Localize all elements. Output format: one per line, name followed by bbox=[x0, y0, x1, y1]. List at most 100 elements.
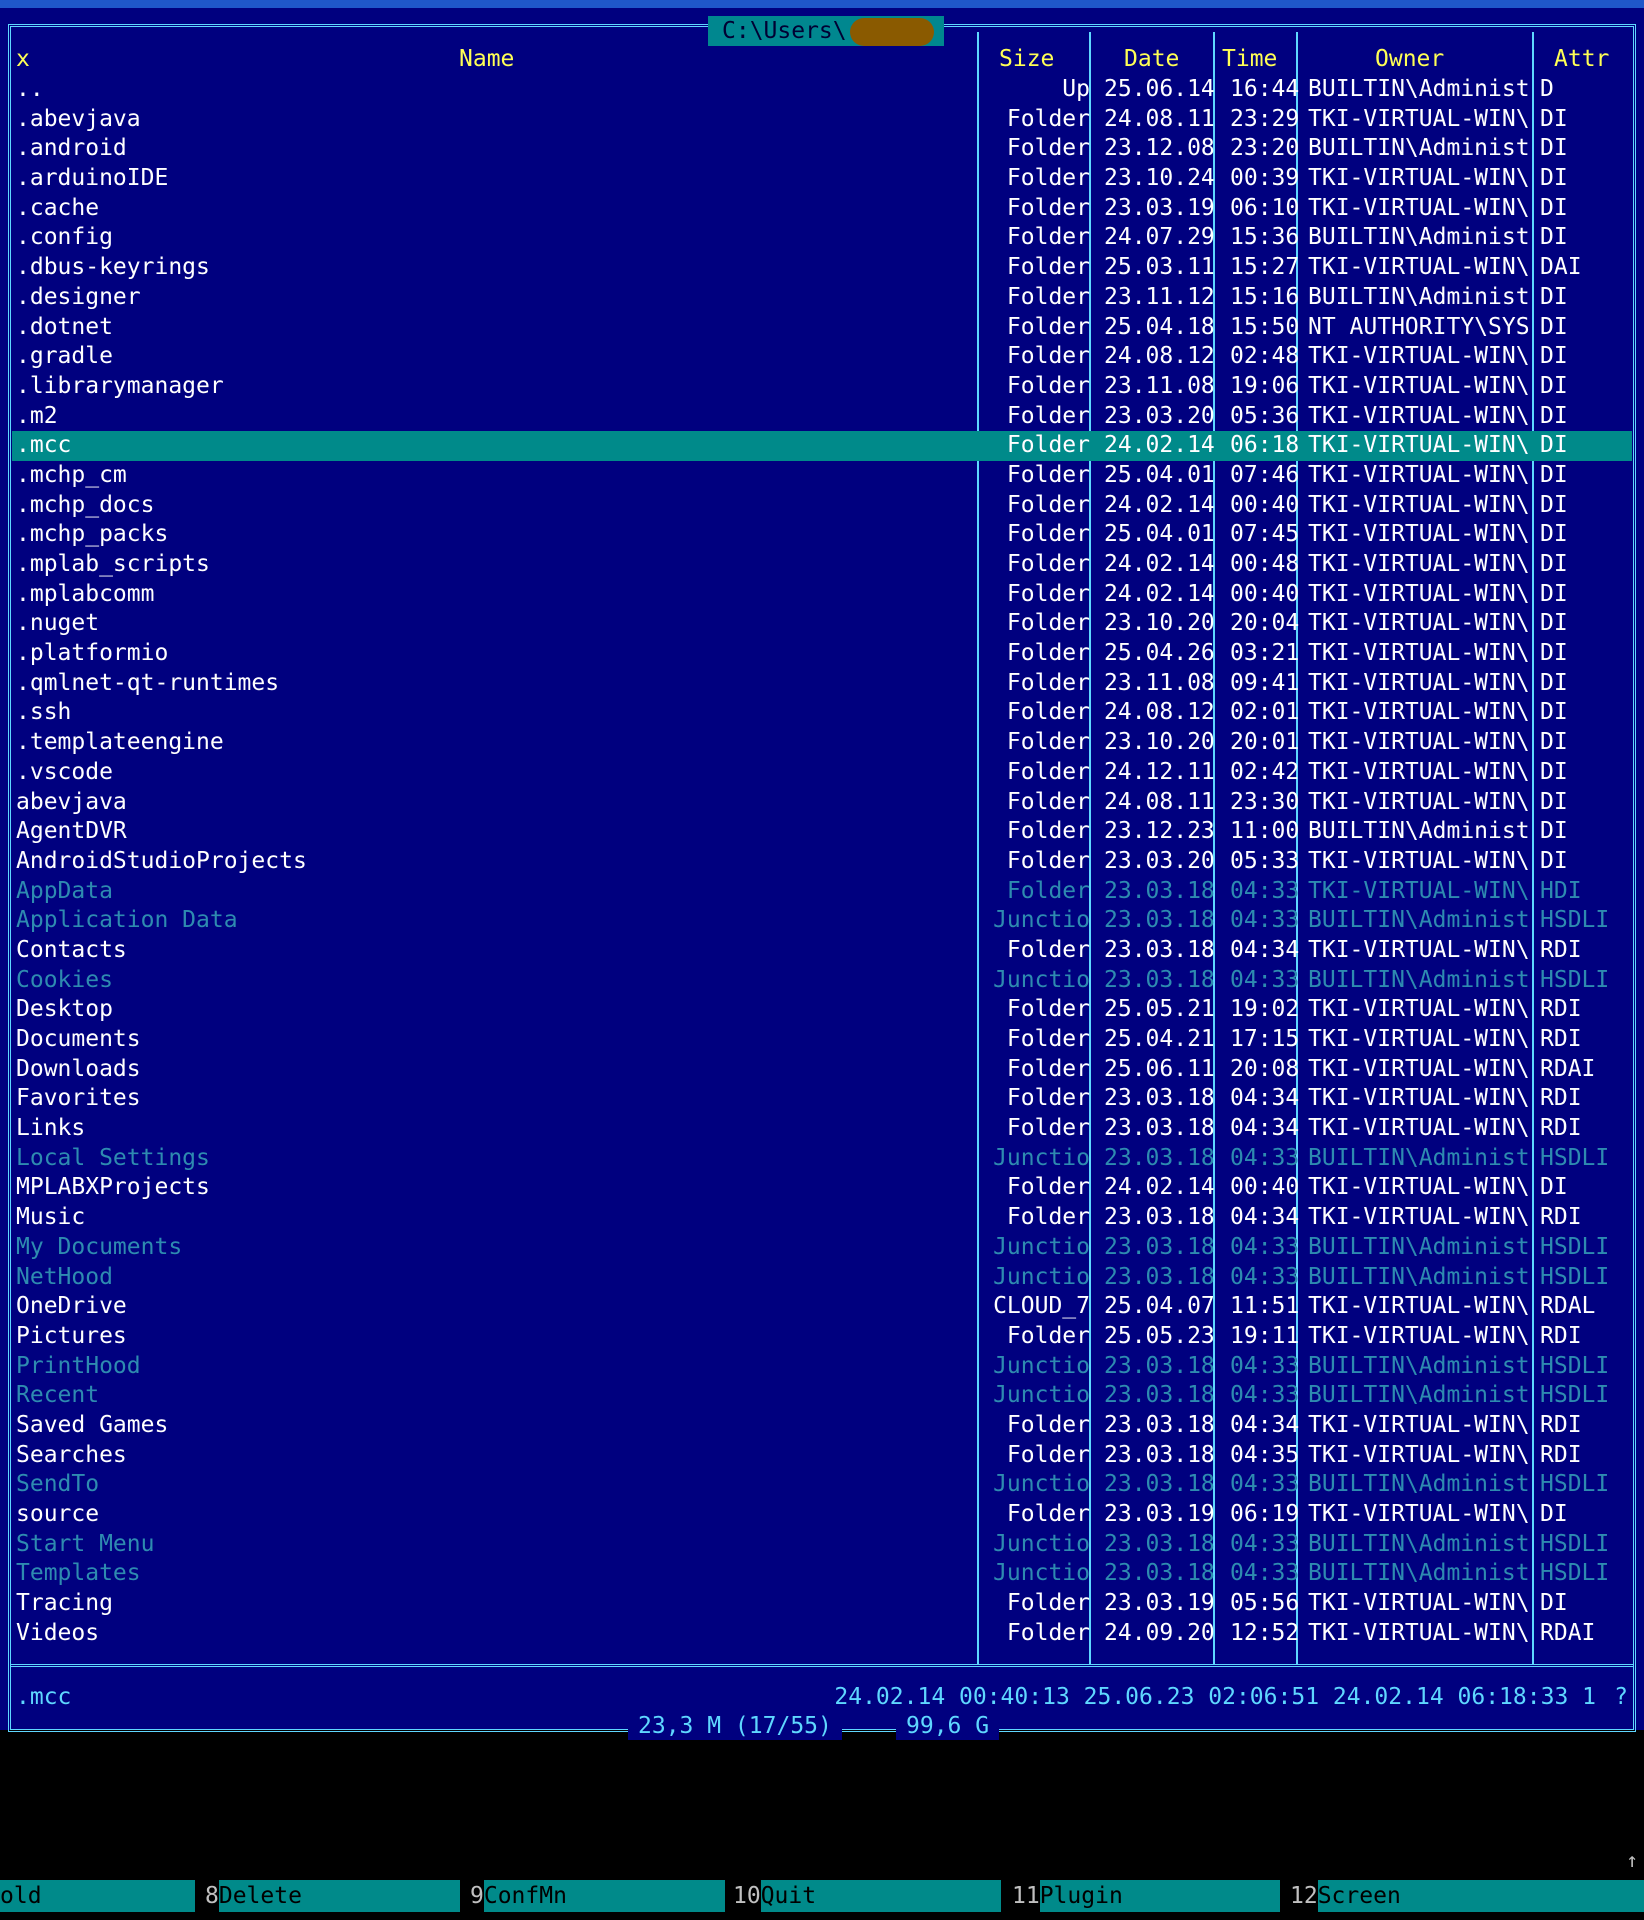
file-date: 23.12.23 bbox=[1104, 818, 1215, 845]
file-row[interactable]: abevjava Folder 24.08.11 23:30 TKI-VIRTUAL-W… bbox=[12, 788, 1632, 818]
status-help-mark[interactable]: ? bbox=[1614, 1682, 1628, 1712]
file-row[interactable]: Templates Junctio 23.03.18 04:33 BUILTIN\Adm… bbox=[12, 1559, 1632, 1589]
file-row[interactable]: Music Folder 23.03.18 04:34 TKI-VIRTUAL-WIN\… bbox=[12, 1203, 1632, 1233]
file-row[interactable]: Start Menu Junctio 23.03.18 04:33 BUILTIN\Ad… bbox=[12, 1530, 1632, 1560]
fkey-old[interactable]: old bbox=[0, 1880, 195, 1912]
column-owner-header[interactable]: Owner bbox=[1375, 44, 1444, 74]
file-row[interactable]: NetHood Junctio 23.03.18 04:33 BUILTIN\Admin… bbox=[12, 1263, 1632, 1293]
file-time: 04:33 bbox=[1230, 1144, 1300, 1171]
file-row-selected[interactable]: .mcc Folder 24.02.14 06:18 TKI-VIRTUAL-WIN\ D… bbox=[12, 431, 1632, 461]
file-row[interactable]: My Documents Junctio 23.03.18 04:33 BUILTIN\… bbox=[12, 1233, 1632, 1263]
file-row[interactable]: Cookies Junctio 23.03.18 04:33 BUILTIN\Admin… bbox=[12, 966, 1632, 996]
file-time: 15:36 bbox=[1230, 224, 1300, 251]
file-row[interactable]: PrintHood Junctio 23.03.18 04:33 BUILTIN\Adm… bbox=[12, 1352, 1632, 1382]
fkey-screen[interactable]: 12Screen bbox=[1290, 1880, 1644, 1912]
file-row[interactable]: Tracing Folder 23.03.19 05:56 TKI-VIRTUAL-WI… bbox=[12, 1589, 1632, 1619]
file-name: .mcc bbox=[16, 432, 72, 459]
file-panel: C:\Users\ x Name Size Date Time Owner At… bbox=[0, 8, 1644, 1740]
file-row[interactable]: .templateengine Folder 23.10.20 20:01 TKI-VI… bbox=[12, 728, 1632, 758]
file-row[interactable]: .m2 Folder 23.03.20 05:36 TKI-VIRTUAL-WIN\ DI bbox=[12, 402, 1632, 432]
file-owner: TKI-VIRTUAL-WIN\ bbox=[1308, 788, 1530, 815]
file-name: Tracing bbox=[16, 1590, 113, 1617]
column-mark-header[interactable]: x bbox=[16, 44, 30, 74]
file-row[interactable]: Desktop Folder 25.05.21 19:02 TKI-VIRTUAL-WI… bbox=[12, 995, 1632, 1025]
file-row[interactable]: Local Settings Junctio 23.03.18 04:33 BUILTI… bbox=[12, 1144, 1632, 1174]
file-size: CLOUD_7 bbox=[993, 1293, 1090, 1320]
file-owner: TKI-VIRTUAL-WIN\ bbox=[1308, 1441, 1530, 1468]
file-row[interactable]: .librarymanager Folder 23.11.08 19:06 TKI-VI… bbox=[12, 372, 1632, 402]
file-row[interactable]: OneDrive CLOUD_7 25.04.07 11:51 TKI-VIRTUAL-… bbox=[12, 1292, 1632, 1322]
file-size: Folder bbox=[1006, 461, 1090, 488]
file-date: 25.04.26 bbox=[1104, 640, 1215, 667]
fkey-delete[interactable]: 8Delete bbox=[205, 1880, 460, 1912]
file-row[interactable]: Searches Folder 23.03.18 04:35 TKI-VIRTUAL-W… bbox=[12, 1441, 1632, 1471]
file-owner: BUILTIN\Administ bbox=[1308, 907, 1530, 934]
column-date-header[interactable]: Date bbox=[1124, 44, 1179, 74]
file-date: 24.02.14 bbox=[1104, 551, 1215, 577]
file-row[interactable]: AndroidStudioProjects Folder 23.03.20 05:33… bbox=[12, 847, 1632, 877]
file-row[interactable]: .dbus-keyrings Folder 25.03.11 15:27 TKI-VIR… bbox=[12, 253, 1632, 283]
file-row[interactable]: Links Folder 23.03.18 04:34 TKI-VIRTUAL-WIN\… bbox=[12, 1114, 1632, 1144]
file-row[interactable]: AgentDVR Folder 23.12.23 11:00 BUILTIN\Admin… bbox=[12, 817, 1632, 847]
file-row[interactable]: Contacts Folder 23.03.18 04:34 TKI-VIRTUAL-W… bbox=[12, 936, 1632, 966]
file-row[interactable]: .designer Folder 23.11.12 15:16 BUILTIN\Admi… bbox=[12, 283, 1632, 313]
file-size: Folder bbox=[1006, 343, 1090, 370]
file-row[interactable]: .mchp_cm Folder 25.04.01 07:46 TKI-VIRTUAL-W… bbox=[12, 461, 1632, 491]
file-row[interactable]: .mchp_docs Folder 24.02.14 00:40 TKI-VIRTUAL… bbox=[12, 491, 1632, 521]
fkey-quit[interactable]: 10Quit bbox=[733, 1880, 1001, 1912]
scroll-up-icon[interactable]: ↑ bbox=[1626, 1848, 1638, 1872]
file-row[interactable]: .mplab_scripts Folder 24.02.14 00:48 TKI-VIR… bbox=[12, 550, 1632, 580]
file-time: 20:08 bbox=[1230, 1055, 1300, 1082]
column-name-header[interactable]: Name bbox=[459, 44, 514, 74]
file-row[interactable]: .mchp_packs Folder 25.04.01 07:45 TKI-VIRTUA… bbox=[12, 520, 1632, 550]
column-size-header[interactable]: Size bbox=[999, 44, 1054, 74]
file-row[interactable]: .ssh Folder 24.08.12 02:01 TKI-VIRTUAL-WIN\ D… bbox=[12, 698, 1632, 728]
file-row[interactable]: Application Data Junctio 23.03.18 04:33 BUIL… bbox=[12, 906, 1632, 936]
file-row[interactable]: Recent Junctio 23.03.18 04:33 BUILTIN\Admini… bbox=[12, 1381, 1632, 1411]
status-line: .mcc 24.02.14 00:40:13 25.06.23 02:06:51… bbox=[12, 1682, 1632, 1712]
file-row[interactable]: .gradle Folder 24.08.12 02:48 TKI-VIRTUAL-WI… bbox=[12, 342, 1632, 372]
file-row[interactable]: .qmlnet-qt-runtimes Folder 23.11.08 09:41 TK… bbox=[12, 669, 1632, 699]
fkey-confmn[interactable]: 9ConfMn bbox=[470, 1880, 725, 1912]
file-owner: BUILTIN\Administ bbox=[1308, 1352, 1530, 1379]
file-row[interactable]: Downloads Folder 25.06.11 20:08 TKI-VIRTUAL-… bbox=[12, 1055, 1632, 1085]
file-row[interactable]: .dotnet Folder 25.04.18 15:50 NT AUTHORITY\S… bbox=[12, 313, 1632, 343]
file-row[interactable]: .nuget Folder 23.10.20 20:04 TKI-VIRTUAL-WIN… bbox=[12, 609, 1632, 639]
file-row[interactable]: .. Up 25.06.14 16:44 BUILTIN\Administ D bbox=[12, 75, 1632, 105]
file-time: 09:41 bbox=[1230, 669, 1300, 696]
file-date: 25.04.01 bbox=[1104, 461, 1215, 488]
file-row[interactable]: .cache Folder 23.03.19 06:10 TKI-VIRTUAL-WIN… bbox=[12, 194, 1632, 224]
file-row[interactable]: Pictures Folder 25.05.23 19:11 TKI-VIRTUAL-W… bbox=[12, 1322, 1632, 1352]
file-row[interactable]: .android Folder 23.12.08 23:20 BUILTIN\Admin… bbox=[12, 134, 1632, 164]
file-name: Saved Games bbox=[16, 1411, 169, 1438]
file-name: NetHood bbox=[16, 1263, 113, 1290]
file-time: 20:01 bbox=[1230, 729, 1300, 756]
file-date: 25.06.14 bbox=[1104, 76, 1215, 102]
file-name: .templateengine bbox=[16, 729, 224, 756]
file-row[interactable]: .mplabcomm Folder 24.02.14 00:40 TKI-VIRTUAL… bbox=[12, 580, 1632, 610]
file-row[interactable]: .vscode Folder 24.12.11 02:42 TKI-VIRTUAL-WI… bbox=[12, 758, 1632, 788]
file-row[interactable]: .arduinoIDE Folder 23.10.24 00:39 TKI-VIRTUA… bbox=[12, 164, 1632, 194]
current-path-title[interactable]: C:\Users\ bbox=[708, 16, 944, 46]
file-row[interactable]: Documents Folder 25.04.21 17:15 TKI-VIRTUAL-… bbox=[12, 1025, 1632, 1055]
file-row[interactable]: MPLABXProjects Folder 24.02.14 00:40 TKI-VIR… bbox=[12, 1173, 1632, 1203]
file-name: .dbus-keyrings bbox=[16, 254, 210, 281]
file-date: 23.03.18 bbox=[1104, 1233, 1215, 1260]
file-date: 24.09.20 bbox=[1104, 1619, 1215, 1646]
file-attr: RDI bbox=[1540, 1204, 1582, 1231]
file-owner: BUILTIN\Administ bbox=[1308, 818, 1530, 845]
file-row[interactable]: Videos Folder 24.09.20 12:52 TKI-VIRTUAL-WIN… bbox=[12, 1619, 1632, 1649]
file-row[interactable]: .config Folder 24.07.29 15:36 BUILTIN\Admini… bbox=[12, 223, 1632, 253]
file-row[interactable]: AppData Folder 23.03.18 04:33 TKI-VIRTUAL-WI… bbox=[12, 877, 1632, 907]
fkey-plugin[interactable]: 11Plugin bbox=[1012, 1880, 1280, 1912]
file-row[interactable]: .abevjava Folder 24.08.11 23:29 TKI-VIRTUAL-… bbox=[12, 105, 1632, 135]
file-row[interactable]: source Folder 23.03.19 06:19 TKI-VIRTUAL-WIN… bbox=[12, 1500, 1632, 1530]
column-attr-header[interactable]: Attr bbox=[1554, 44, 1609, 74]
file-row[interactable]: .platformio Folder 25.04.26 03:21 TKI-VIRTUA… bbox=[12, 639, 1632, 669]
file-size: Folder bbox=[1006, 283, 1090, 310]
file-name: .config bbox=[16, 224, 113, 251]
file-row[interactable]: Favorites Folder 23.03.18 04:34 TKI-VIRTUAL-… bbox=[12, 1084, 1632, 1114]
file-row[interactable]: SendTo Junctio 23.03.18 04:33 BUILTIN\Admini… bbox=[12, 1470, 1632, 1500]
file-row[interactable]: Saved Games Folder 23.03.18 04:34 TKI-VIRTUA… bbox=[12, 1411, 1632, 1441]
column-time-header[interactable]: Time bbox=[1222, 44, 1277, 74]
